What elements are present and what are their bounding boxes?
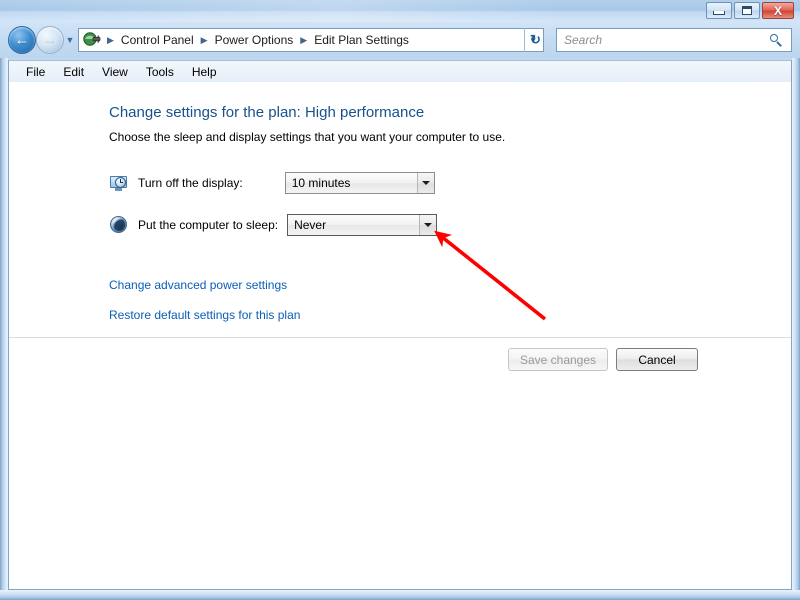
menu-item-edit[interactable]: Edit [54, 63, 93, 81]
setting-label-display: Turn off the display: [138, 176, 243, 190]
page-title: Change settings for the plan: High perfo… [109, 104, 425, 121]
minimize-button[interactable] [706, 2, 732, 19]
back-button[interactable]: ← [8, 26, 36, 54]
close-icon: X [773, 3, 782, 18]
search-icon [770, 33, 783, 47]
chevron-down-icon[interactable] [419, 215, 437, 235]
setting-label-sleep: Put the computer to sleep: [138, 218, 279, 232]
back-arrow-icon: ← [14, 31, 30, 49]
refresh-button[interactable]: ↻ [524, 28, 546, 52]
recent-pages-button[interactable]: ▼ [64, 34, 76, 46]
address-bar[interactable]: ▶ Control Panel ▶ Power Options ▶ Edit P… [78, 28, 544, 52]
link-change-advanced-power-settings[interactable]: Change advanced power settings [109, 278, 287, 292]
menu-bar: File Edit View Tools Help [8, 60, 792, 82]
search-input[interactable]: Search [564, 33, 602, 47]
breadcrumb-separator: ▶ [300, 34, 308, 45]
menu-item-help[interactable]: Help [183, 63, 226, 81]
monitor-clock-icon [109, 173, 129, 193]
maximize-button[interactable] [734, 2, 760, 19]
minimize-icon [713, 11, 725, 15]
window-frame-bottom [0, 590, 800, 600]
menu-item-file[interactable]: File [17, 63, 54, 81]
close-button[interactable]: X [762, 2, 794, 19]
sleep-timeout-dropdown[interactable]: Never [287, 214, 438, 236]
breadcrumb-control-panel[interactable]: Control Panel [119, 33, 196, 47]
power-options-window: X ← → ▼ ▶ Control Panel ▶ Power Options … [0, 0, 800, 600]
breadcrumb-separator: ▶ [107, 34, 114, 45]
navigation-bar: ← → ▼ ▶ Control Panel ▶ Power Options ▶ [0, 22, 800, 58]
cancel-button[interactable]: Cancel [616, 348, 698, 371]
display-timeout-dropdown[interactable]: 10 minutes [284, 172, 435, 194]
chevron-down-icon[interactable] [416, 173, 434, 193]
menu-item-tools[interactable]: Tools [137, 63, 183, 81]
breadcrumb-edit-plan-settings[interactable]: Edit Plan Settings [312, 33, 411, 47]
maximize-icon [742, 6, 752, 15]
chevron-down-icon: ▼ [65, 35, 75, 45]
content-pane: Change settings for the plan: High perfo… [8, 82, 792, 590]
forward-button[interactable]: → [36, 26, 64, 54]
breadcrumb-power-options[interactable]: Power Options [213, 33, 296, 47]
save-changes-label: Save changes [519, 352, 597, 367]
window-frame-left [0, 22, 8, 600]
page-subtitle: Choose the sleep and display settings th… [109, 130, 506, 144]
setting-row-sleep: Put the computer to sleep: Never [109, 214, 438, 236]
section-divider [9, 337, 791, 338]
power-plug-icon [82, 31, 102, 49]
menu-item-view[interactable]: View [93, 63, 137, 81]
display-timeout-value: 10 minutes [291, 176, 351, 190]
breadcrumb-separator: ▶ [200, 34, 208, 45]
link-restore-default-settings[interactable]: Restore default settings for this plan [109, 308, 300, 322]
forward-arrow-icon: → [42, 31, 58, 49]
search-box[interactable]: Search [556, 28, 792, 52]
sleep-moon-icon [109, 215, 129, 235]
cancel-label: Cancel [638, 352, 676, 367]
setting-row-display: Turn off the display: 10 minutes [109, 172, 435, 194]
window-frame-right [792, 22, 800, 600]
title-bar[interactable]: X [0, 0, 800, 22]
refresh-icon: ↻ [530, 32, 541, 47]
title-bar-glow [0, 0, 560, 22]
save-changes-button[interactable]: Save changes [508, 348, 608, 371]
sleep-timeout-value: Never [294, 218, 327, 232]
